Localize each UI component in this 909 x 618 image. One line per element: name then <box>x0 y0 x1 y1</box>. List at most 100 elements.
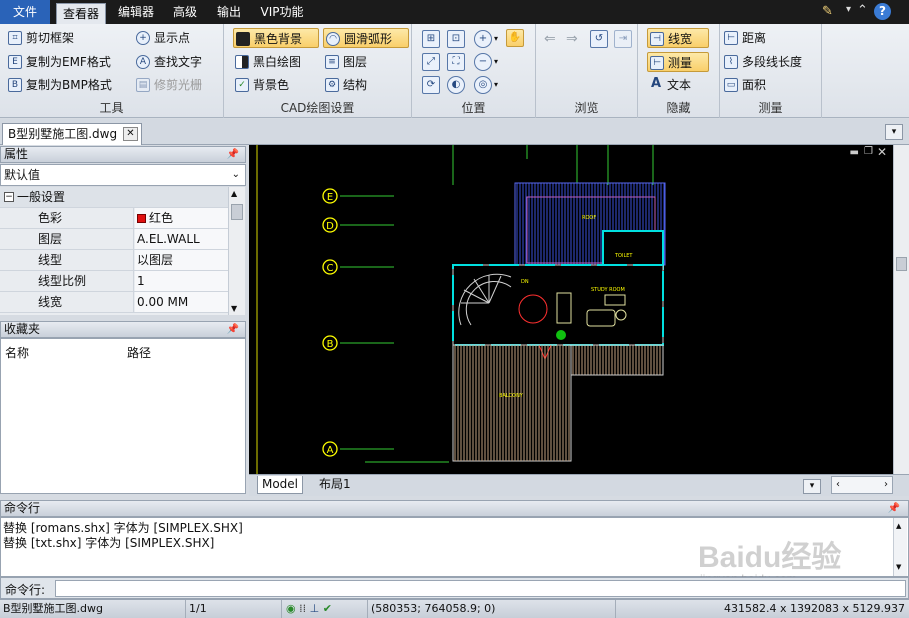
property-row[interactable]: 色彩 红色 <box>0 208 228 229</box>
scroll-up-icon[interactable]: ▲ <box>231 189 237 198</box>
black-background-button[interactable]: 黑色背景 <box>233 28 319 48</box>
black-bg-icon <box>236 32 250 46</box>
distance-button[interactable]: ⊢ 距离 <box>722 28 766 48</box>
favorites-list[interactable]: 名称 路径 <box>0 338 246 494</box>
layers-button[interactable]: ≡ 图层 <box>323 52 367 72</box>
properties-selector[interactable]: 默认值 ⌄ <box>0 164 246 186</box>
ribbon-group-browse: ⇐ ⇒ ↺ ⇥ 浏览 <box>536 24 638 118</box>
line-width-icon: ⊣ <box>650 32 664 46</box>
chevron-down-icon: ⌄ <box>231 169 240 180</box>
favorites-column-path[interactable]: 路径 <box>127 344 151 361</box>
zoom-in-dropdown-icon[interactable]: ▾ <box>494 34 498 43</box>
collapse-ribbon-icon[interactable]: ⌃ <box>857 3 868 18</box>
grid-icon[interactable]: ⁞⁞ <box>299 602 306 615</box>
pin-icon[interactable]: 📌 <box>227 322 239 337</box>
property-row[interactable]: 线型 以图层 <box>0 250 228 271</box>
dropdown-arrow-icon[interactable]: ▾ <box>846 4 851 15</box>
property-row[interactable]: 线宽 0.00 MM <box>0 292 228 313</box>
cut-frame-button[interactable]: ⌗ 剪切框架 <box>6 28 74 48</box>
fit-window-icon[interactable]: ⊞ <box>422 30 440 48</box>
viewport-horizontal-scrollbar[interactable]: ‹ › <box>831 476 893 494</box>
copy-emf-button[interactable]: E 复制为EMF格式 <box>6 52 111 72</box>
scroll-down-icon[interactable]: ▼ <box>231 304 237 313</box>
status-toggles: ◉ ⁞⁞ ⊥ ✔ <box>282 600 368 618</box>
line-width-toggle[interactable]: ⊣ 线宽 <box>647 28 709 48</box>
ortho-icon[interactable]: ⊥ <box>310 602 320 615</box>
rotate-3d-icon[interactable]: ⟳ <box>422 76 440 94</box>
menu-advanced[interactable]: 高级 <box>166 2 204 22</box>
zoom-out-dropdown-icon[interactable]: ▾ <box>494 57 498 66</box>
menu-vip[interactable]: VIP功能 <box>254 2 310 22</box>
smooth-arc-button[interactable]: ◠ 圆滑弧形 <box>323 28 409 48</box>
back-arrow-icon[interactable]: ⇐ <box>544 31 556 47</box>
pin-icon[interactable]: 📌 <box>227 147 239 162</box>
show-points-button[interactable]: + 显示点 <box>134 28 190 48</box>
scroll-up-icon[interactable]: ▲ <box>896 519 901 534</box>
menu-file[interactable]: 文件 <box>0 0 50 24</box>
help-icon[interactable]: ? <box>874 3 891 20</box>
style-icon[interactable]: ✎ <box>822 4 838 20</box>
pan-hand-icon[interactable]: ✋ <box>506 29 524 47</box>
color-swatch <box>137 214 146 223</box>
command-scrollbar[interactable]: ▲ ▼ <box>893 518 907 576</box>
property-row[interactable]: 图层 A.EL.WALL <box>0 229 228 250</box>
structure-icon: ⚙ <box>325 78 339 92</box>
background-color-button[interactable]: ✓ 背景色 <box>233 75 289 95</box>
command-input[interactable] <box>55 580 906 597</box>
ribbon-group-measure: ⊢ 距离 ⌇ 多段线长度 ▭ 面积 测量 <box>720 24 822 118</box>
group-title-tools: 工具 <box>99 101 124 115</box>
axis-label: E <box>327 192 333 203</box>
layout-dropdown-icon[interactable]: ▾ <box>803 479 821 494</box>
menu-output[interactable]: 输出 <box>210 2 248 22</box>
viewport-vertical-scrollbar[interactable] <box>893 145 909 474</box>
drawing-viewport[interactable]: ▬ ❐ ✕ E D C B A ROOF TOILET DN STUDY ROO… <box>249 145 893 474</box>
menu-viewer[interactable]: 查看器 <box>56 3 106 24</box>
scroll-right-icon[interactable]: › <box>884 479 888 490</box>
bw-drawing-button[interactable]: 黑白绘图 <box>233 52 301 72</box>
scroll-thumb[interactable] <box>231 204 243 220</box>
tab-list-dropdown-icon[interactable]: ▾ <box>885 124 903 140</box>
open-file-icon[interactable]: ↺ <box>590 30 608 48</box>
orbit-dropdown-icon[interactable]: ▾ <box>494 80 498 89</box>
tab-layout1[interactable]: 布局1 <box>319 476 351 494</box>
tab-model[interactable]: Model <box>257 476 303 494</box>
zoom-in-icon[interactable]: + <box>474 30 492 48</box>
zoom-out-icon[interactable]: − <box>474 53 492 71</box>
orbit-icon[interactable]: ◎ <box>474 76 492 94</box>
zoom-previous-icon[interactable]: ◐ <box>447 76 465 94</box>
dimension-icon: ⊢ <box>650 56 664 70</box>
status-bar: B型别墅施工图.dwg 1/1 ◉ ⁞⁞ ⊥ ✔ (580353; 764058… <box>0 599 909 618</box>
close-icon[interactable]: ✕ <box>123 127 138 141</box>
color-value[interactable]: 红色 <box>135 208 228 228</box>
zoom-window-icon[interactable]: ⊡ <box>447 30 465 48</box>
find-text-button[interactable]: A 查找文字 <box>134 52 202 72</box>
trim-raster-button[interactable]: ▤ 修剪光栅 <box>134 75 202 95</box>
target-icon: + <box>136 31 150 45</box>
pin-icon[interactable]: 📌 <box>888 501 900 516</box>
polar-icon[interactable]: ✔ <box>323 602 332 615</box>
collapse-icon[interactable]: − <box>4 192 14 202</box>
fullscreen-icon[interactable]: ⛶ <box>447 53 465 71</box>
axis-label: D <box>326 221 334 232</box>
property-row[interactable]: 线型比例 1 <box>0 271 228 292</box>
menu-editor[interactable]: 编辑器 <box>112 2 160 22</box>
extents-icon[interactable]: ⤢ <box>422 53 440 71</box>
structure-button[interactable]: ⚙ 结构 <box>323 75 367 95</box>
next-file-icon[interactable]: ⇥ <box>614 30 632 48</box>
area-button[interactable]: ▭ 面积 <box>722 75 766 95</box>
text-toggle[interactable]: A 文本 <box>647 75 691 95</box>
forward-arrow-icon[interactable]: ⇒ <box>566 31 578 47</box>
scroll-thumb[interactable] <box>896 257 907 271</box>
scroll-down-icon[interactable]: ▼ <box>896 560 901 575</box>
favorites-column-name[interactable]: 名称 <box>5 344 29 361</box>
properties-scrollbar[interactable]: ▲ ▼ <box>228 187 245 315</box>
property-section[interactable]: − 一般设置 <box>0 187 228 208</box>
polyline-length-button[interactable]: ⌇ 多段线长度 <box>722 52 802 72</box>
snap-icon[interactable]: ◉ <box>286 602 296 615</box>
status-coordinates: (580353; 764058.9; 0) <box>368 600 616 618</box>
scroll-left-icon[interactable]: ‹ <box>836 479 840 490</box>
ribbon: ⌗ 剪切框架 E 复制为EMF格式 B 复制为BMP格式 + 显示点 A 查找文字 ▤ 修剪… <box>0 24 909 118</box>
copy-bmp-button[interactable]: B 复制为BMP格式 <box>6 75 112 95</box>
measure-toggle[interactable]: ⊢ 测量 <box>647 52 709 72</box>
document-tab[interactable]: B型别墅施工图.dwg ✕ <box>2 123 142 145</box>
